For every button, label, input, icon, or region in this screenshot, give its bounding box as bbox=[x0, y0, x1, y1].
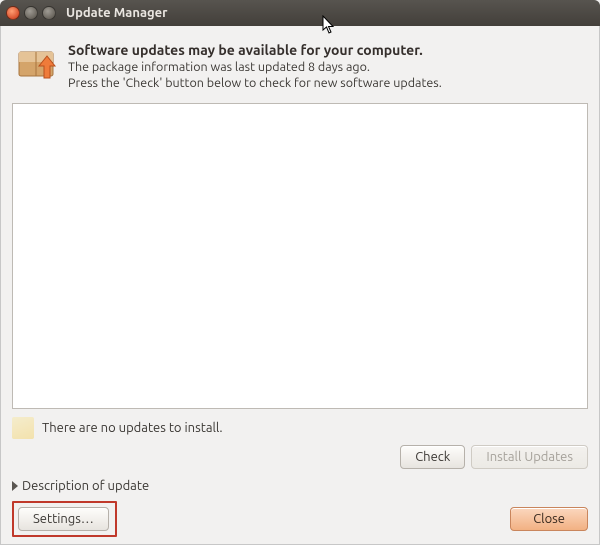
close-button[interactable]: Close bbox=[510, 507, 588, 531]
updates-list[interactable] bbox=[12, 103, 588, 409]
header-texts: Software updates may be available for yo… bbox=[68, 38, 588, 91]
settings-button[interactable]: Settings… bbox=[18, 507, 109, 531]
description-expander[interactable]: Description of update bbox=[12, 479, 588, 493]
window-title: Update Manager bbox=[66, 6, 594, 20]
header-line1: The package information was last updated… bbox=[68, 60, 370, 74]
chevron-right-icon bbox=[12, 481, 18, 491]
install-updates-button[interactable]: Install Updates bbox=[471, 445, 588, 469]
header-subtitle: The package information was last updated… bbox=[68, 60, 588, 91]
window-root: Update Manager Software updates may be a… bbox=[0, 0, 600, 545]
status-text: There are no updates to install. bbox=[42, 421, 588, 435]
maximize-window-button[interactable] bbox=[42, 6, 56, 20]
package-update-icon bbox=[12, 38, 60, 86]
footer: Settings… Close bbox=[12, 501, 588, 537]
titlebar[interactable]: Update Manager bbox=[0, 0, 600, 26]
window-body: Software updates may be available for yo… bbox=[0, 26, 600, 545]
status-icon bbox=[12, 417, 34, 439]
minimize-window-button[interactable] bbox=[24, 6, 38, 20]
check-button[interactable]: Check bbox=[400, 445, 465, 469]
header-title: Software updates may be available for yo… bbox=[68, 42, 588, 58]
status-row: There are no updates to install. bbox=[12, 417, 588, 439]
header-line2: Press the 'Check' button below to check … bbox=[68, 76, 442, 90]
action-buttons: Check Install Updates bbox=[12, 439, 588, 469]
header: Software updates may be available for yo… bbox=[12, 38, 588, 91]
close-window-button[interactable] bbox=[6, 6, 20, 20]
annotation-highlight: Settings… bbox=[12, 501, 117, 537]
expander-label: Description of update bbox=[22, 479, 149, 493]
window-controls bbox=[6, 6, 56, 20]
